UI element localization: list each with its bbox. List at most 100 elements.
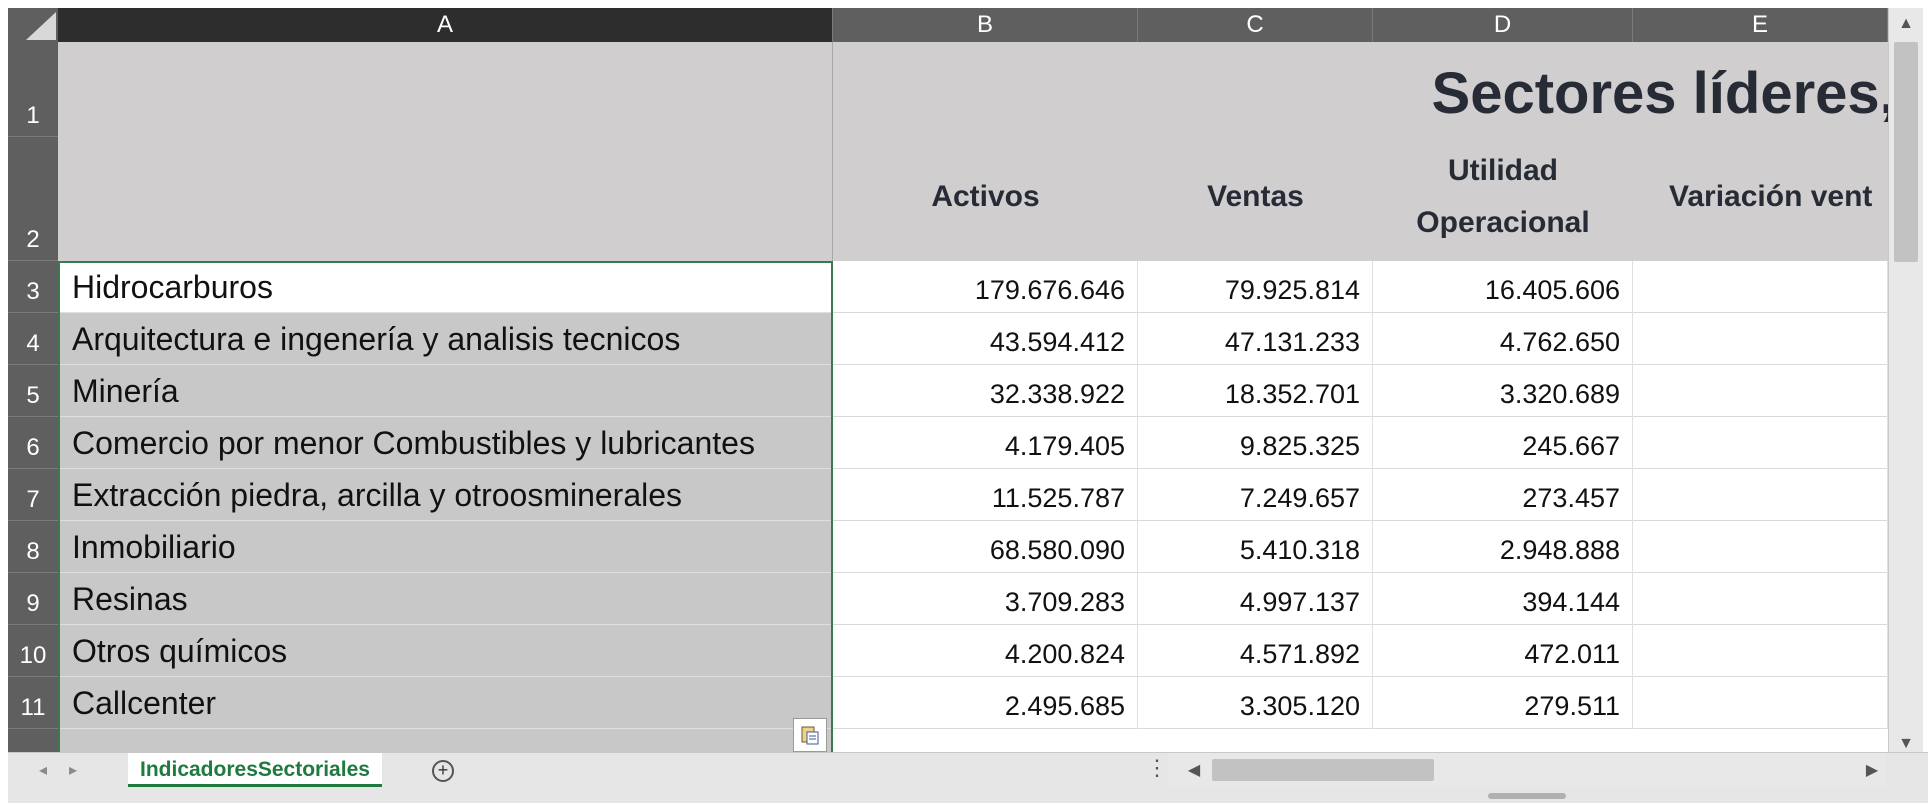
row-header-3[interactable]: 3 bbox=[8, 261, 58, 313]
cell-utilidad[interactable]: 245.667 bbox=[1373, 417, 1633, 469]
cell-ventas[interactable]: 5.410.318 bbox=[1138, 521, 1373, 573]
paste-options-icon bbox=[801, 726, 819, 745]
table-row: Arquitectura e ingenería y analisis tecn… bbox=[58, 313, 1888, 365]
cell-ventas[interactable]: 18.352.701 bbox=[1138, 365, 1373, 417]
select-all-triangle-icon bbox=[26, 12, 56, 40]
table-row: Otros químicos 4.200.824 4.571.892 472.0… bbox=[58, 625, 1888, 677]
cell-sector[interactable]: Extracción piedra, arcilla y otroosminer… bbox=[58, 469, 833, 521]
cell-sector[interactable]: Resinas bbox=[58, 573, 833, 625]
cell-variacion[interactable] bbox=[1633, 261, 1888, 313]
cell-activos[interactable]: 68.580.090 bbox=[833, 521, 1138, 573]
header-cell-a[interactable] bbox=[58, 42, 833, 261]
horizontal-scrollbar[interactable]: ◀ ▶ bbox=[1168, 753, 1886, 787]
cell-activos[interactable]: 32.338.922 bbox=[833, 365, 1138, 417]
row-header-1[interactable]: 1 bbox=[8, 42, 58, 137]
more-options-icon[interactable]: ⋮ bbox=[1146, 755, 1168, 781]
page-title: Sectores líderes, i bbox=[1431, 61, 1888, 126]
cell-utilidad[interactable]: 279.511 bbox=[1373, 677, 1633, 729]
arrow-left-icon[interactable]: ◂ bbox=[28, 753, 58, 787]
cell-utilidad[interactable]: 273.457 bbox=[1373, 469, 1633, 521]
sheet-tab-bar: ◂ ▸ IndicadoresSectoriales + ⋮ ◀ ▶ bbox=[8, 752, 1928, 803]
paste-options-button[interactable] bbox=[793, 718, 827, 752]
cell-utilidad[interactable]: 4.762.650 bbox=[1373, 313, 1633, 365]
row-header-2[interactable]: 2 bbox=[8, 137, 58, 261]
column-header-c[interactable]: C bbox=[1138, 8, 1373, 42]
cell-ventas[interactable]: 4.571.892 bbox=[1138, 625, 1373, 677]
header-utilidad-line1: Utilidad bbox=[1448, 154, 1558, 187]
row-header-7[interactable]: 7 bbox=[8, 469, 58, 521]
row-header-11[interactable]: 11 bbox=[8, 677, 58, 729]
table-row: Hidrocarburos 179.676.646 79.925.814 16.… bbox=[58, 261, 1888, 313]
cell-variacion[interactable] bbox=[1633, 625, 1888, 677]
horizontal-scroll-thumb[interactable] bbox=[1212, 759, 1434, 781]
cell-variacion[interactable] bbox=[1633, 313, 1888, 365]
cell-utilidad[interactable]: 2.948.888 bbox=[1373, 521, 1633, 573]
table-row: Inmobiliario 68.580.090 5.410.318 2.948.… bbox=[58, 521, 1888, 573]
row-header-4[interactable]: 4 bbox=[8, 313, 58, 365]
spreadsheet-window: A B C D E 1 2 3 4 5 6 7 8 9 10 11 Sector… bbox=[8, 8, 1928, 803]
cell-ventas[interactable]: 9.825.325 bbox=[1138, 417, 1373, 469]
cell-utilidad[interactable]: 16.405.606 bbox=[1373, 261, 1633, 313]
cell-activos[interactable]: 2.495.685 bbox=[833, 677, 1138, 729]
row-header-5[interactable]: 5 bbox=[8, 365, 58, 417]
column-header-d[interactable]: D bbox=[1373, 8, 1633, 42]
table-row: Resinas 3.709.283 4.997.137 394.144 bbox=[58, 573, 1888, 625]
vertical-scroll-thumb[interactable] bbox=[1894, 42, 1918, 262]
cell-activos[interactable]: 4.179.405 bbox=[833, 417, 1138, 469]
cell-ventas[interactable]: 3.305.120 bbox=[1138, 677, 1373, 729]
header-utilidad-line2: Operacional bbox=[1416, 206, 1590, 239]
cell-variacion[interactable] bbox=[1633, 573, 1888, 625]
header-ventas[interactable]: Ventas bbox=[1138, 142, 1373, 252]
cell-activos[interactable]: 43.594.412 bbox=[833, 313, 1138, 365]
plus-circle-icon[interactable]: + bbox=[432, 760, 454, 782]
cell-sector[interactable]: Otros químicos bbox=[58, 625, 833, 677]
cell-ventas[interactable]: 7.249.657 bbox=[1138, 469, 1373, 521]
cell-ventas[interactable]: 4.997.137 bbox=[1138, 573, 1373, 625]
sheet-tab-indicadores[interactable]: IndicadoresSectoriales bbox=[128, 753, 382, 787]
header-activos[interactable]: Activos bbox=[833, 142, 1138, 252]
cell-sector[interactable]: Inmobiliario bbox=[58, 521, 833, 573]
cell-variacion[interactable] bbox=[1633, 677, 1888, 729]
row-header-6[interactable]: 6 bbox=[8, 417, 58, 469]
cell-activos[interactable]: 179.676.646 bbox=[833, 261, 1138, 313]
header-utilidad-operacional[interactable]: Utilidad Operacional bbox=[1373, 142, 1633, 252]
cell-variacion[interactable] bbox=[1633, 417, 1888, 469]
table-row: Minería 32.338.922 18.352.701 3.320.689 bbox=[58, 365, 1888, 417]
cell-sector[interactable]: Hidrocarburos bbox=[58, 261, 833, 313]
header-variacion-ventas[interactable]: Variación vent bbox=[1633, 142, 1888, 252]
cell-ventas[interactable]: 79.925.814 bbox=[1138, 261, 1373, 313]
cell-utilidad[interactable]: 472.011 bbox=[1373, 625, 1633, 677]
cell-utilidad[interactable]: 394.144 bbox=[1373, 573, 1633, 625]
select-all-button[interactable] bbox=[8, 8, 58, 42]
cell-activos[interactable]: 11.525.787 bbox=[833, 469, 1138, 521]
table-row: Extracción piedra, arcilla y otroosminer… bbox=[58, 469, 1888, 521]
arrow-right-icon[interactable]: ▶ bbox=[1858, 753, 1886, 787]
cell-activos[interactable]: 4.200.824 bbox=[833, 625, 1138, 677]
cell-sector[interactable]: Minería bbox=[58, 365, 833, 417]
cell-utilidad[interactable]: 3.320.689 bbox=[1373, 365, 1633, 417]
cell-ventas[interactable]: 47.131.233 bbox=[1138, 313, 1373, 365]
cell-variacion[interactable] bbox=[1633, 469, 1888, 521]
arrow-right-icon[interactable]: ▸ bbox=[58, 753, 88, 787]
column-header-e[interactable]: E bbox=[1633, 8, 1888, 42]
column-header-a[interactable]: A bbox=[58, 8, 833, 42]
cell-grid[interactable]: Sectores líderes, i Activos Ventas Utili… bbox=[58, 42, 1888, 760]
arrow-left-icon[interactable]: ◀ bbox=[1180, 753, 1208, 787]
cell-variacion[interactable] bbox=[1633, 365, 1888, 417]
row-header-9[interactable]: 9 bbox=[8, 573, 58, 625]
column-header-b[interactable]: B bbox=[833, 8, 1138, 42]
resize-grip[interactable] bbox=[1488, 793, 1566, 799]
header-band: Sectores líderes, i Activos Ventas Utili… bbox=[58, 42, 1888, 261]
cell-sector[interactable]: Arquitectura e ingenería y analisis tecn… bbox=[58, 313, 833, 365]
column-header-bar: A B C D E bbox=[8, 8, 1888, 42]
arrow-up-icon[interactable]: ▲ bbox=[1889, 10, 1923, 38]
row-header-10[interactable]: 10 bbox=[8, 625, 58, 677]
cell-activos[interactable]: 3.709.283 bbox=[833, 573, 1138, 625]
cell-sector[interactable]: Callcenter bbox=[58, 677, 833, 729]
table-row: Callcenter 2.495.685 3.305.120 279.511 bbox=[58, 677, 1888, 729]
cell-sector[interactable]: Comercio por menor Combustibles y lubric… bbox=[58, 417, 833, 469]
cell-variacion[interactable] bbox=[1633, 521, 1888, 573]
vertical-scrollbar[interactable]: ▲ ▼ bbox=[1888, 8, 1923, 760]
row-header-8[interactable]: 8 bbox=[8, 521, 58, 573]
table-row: Comercio por menor Combustibles y lubric… bbox=[58, 417, 1888, 469]
